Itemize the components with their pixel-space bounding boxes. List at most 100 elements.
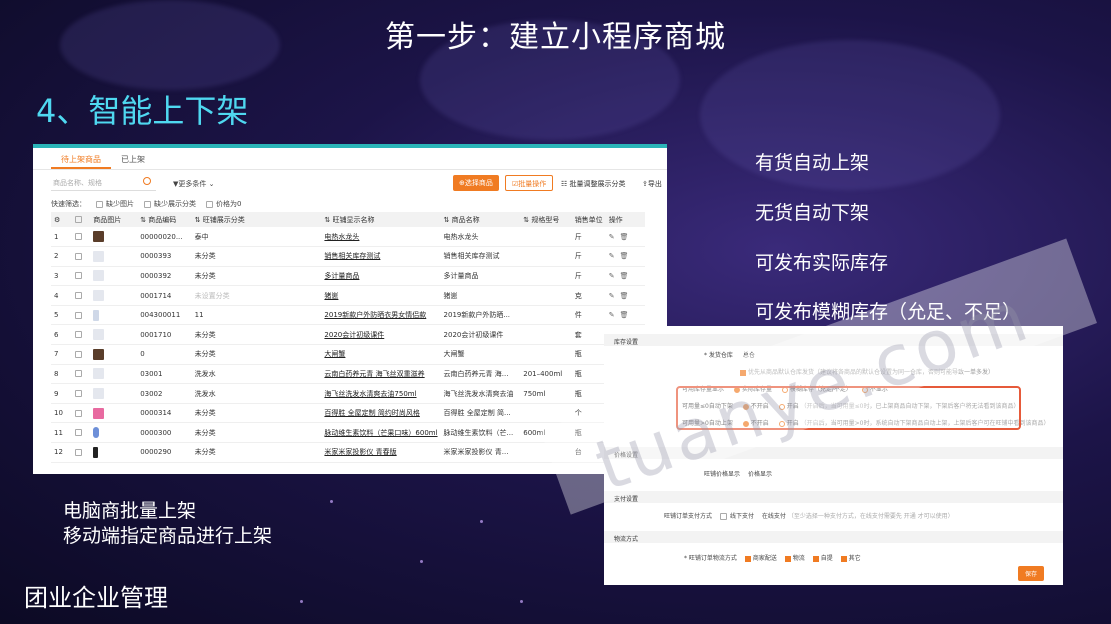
row-checkbox[interactable]: [72, 383, 91, 404]
product-show-name[interactable]: 百得胜 全屋定制 简约时尚风格: [321, 403, 441, 424]
checkbox-merchant-delivery[interactable]: [744, 555, 751, 562]
checkbox-other[interactable]: [840, 555, 847, 562]
tab-listed[interactable]: 已上架: [111, 148, 155, 169]
col-code[interactable]: ⇅ 商品编码: [137, 212, 192, 227]
export-button[interactable]: ⇪导出: [642, 179, 662, 189]
filter-missing-category[interactable]: 缺少展示分类: [144, 199, 196, 209]
save-button[interactable]: 保存: [1017, 566, 1044, 581]
product-code: 0000393: [137, 246, 192, 267]
product-show-name[interactable]: 脉动维生素饮料（芒果口味）600ml: [321, 422, 441, 444]
delete-icon[interactable]: 🗑: [620, 272, 629, 280]
col-actions: 操作: [605, 212, 645, 227]
checkbox-offline-pay[interactable]: [719, 513, 727, 520]
col-category[interactable]: ⇅ 旺铺展示分类: [191, 212, 322, 227]
product-name: 大闸蟹: [440, 344, 521, 365]
table-row[interactable]: 70未分类大闸蟹大闸蟹瓶✎🗑: [51, 344, 645, 365]
product-show-name[interactable]: 2020会计初级课件: [321, 324, 441, 346]
product-show-name[interactable]: 猪崽: [321, 285, 441, 306]
product-code: 0000290: [137, 442, 192, 463]
online-pay-option[interactable]: 在线支付: [762, 513, 786, 520]
product-category: 未分类: [191, 403, 322, 424]
select-all-checkbox[interactable]: [72, 212, 91, 227]
edit-icon[interactable]: ✎: [609, 233, 615, 241]
product-category: 未分类: [191, 344, 322, 365]
star-dot: [330, 500, 333, 503]
product-name: 海飞丝洗发水清爽去油: [440, 383, 521, 404]
edit-icon[interactable]: ✎: [609, 311, 615, 319]
row-checkbox[interactable]: [72, 442, 91, 463]
product-spec: [520, 246, 572, 267]
table-row[interactable]: 4 0001714 未设置分类 猪崽 猪崽克 ✎ 🗑: [51, 285, 645, 306]
product-name: 多计量商品: [440, 266, 521, 287]
product-image: [90, 266, 138, 287]
checkbox-logistics[interactable]: [784, 555, 791, 562]
row-checkbox[interactable]: [72, 324, 91, 346]
table-row[interactable]: 1 00000020... 泰中 电热水龙头 电热水龙头斤 ✎ 🗑: [51, 227, 645, 248]
table-row[interactable]: 10 0000314 未分类 百得胜 全屋定制 简约时尚风格 百得胜 全屋定制 简...…: [51, 403, 645, 424]
logistics-row: * 旺铺订单物流方式 商家配送 物流 自提 其它: [684, 555, 861, 562]
checkbox-self-pickup[interactable]: [812, 555, 819, 562]
product-show-name[interactable]: 电热水龙头: [321, 227, 441, 248]
table-row[interactable]: 2 0000393 未分类 销售相关库存测试 销售相关库存测试斤 ✎ 🗑: [51, 246, 645, 267]
product-show-name[interactable]: 米家米家投影仪 青春版: [321, 442, 441, 463]
product-category: 11: [191, 305, 322, 326]
price-display-select[interactable]: 价格显示: [748, 471, 772, 478]
product-show-name[interactable]: 多计量商品: [321, 266, 441, 287]
quick-filter: 快速筛选： 缺少图片 缺少展示分类 价格为0: [33, 196, 667, 212]
col-name[interactable]: ⇅ 商品名称: [440, 212, 521, 227]
product-show-name[interactable]: 2019新款户外防晒衣男女情侣款: [321, 305, 441, 326]
product-show-name[interactable]: 云南白药养元青 海飞丝双重滋养: [321, 364, 441, 385]
filter-price-zero[interactable]: 价格为0: [206, 199, 241, 209]
row-number: 1: [51, 227, 73, 248]
product-category: 未设置分类: [191, 285, 322, 306]
note-mobile-list: 移动端指定商品进行上架: [63, 525, 273, 547]
product-category: 未分类: [191, 324, 322, 346]
sort-icon: ⇅: [194, 215, 203, 224]
product-name: 2020会计初级课件: [440, 324, 521, 346]
table-row[interactable]: 8 03001 洗发水 云南白药养元青 海飞丝双重滋养 云南白药养元青 海... 201–…: [51, 364, 645, 385]
filter-missing-image[interactable]: 缺少图片: [96, 199, 134, 209]
edit-icon[interactable]: ✎: [609, 292, 615, 300]
edit-icon[interactable]: ✎: [609, 252, 615, 260]
product-image: [90, 227, 138, 248]
more-filter-button[interactable]: ▼更多条件 ⌄: [173, 179, 214, 189]
row-number: 12: [51, 442, 73, 463]
table-row[interactable]: 60001710未分类2020会计初级课件2020会计初级课件套✎🗑: [51, 324, 645, 346]
company-name: 团业企业管理: [24, 584, 168, 612]
row-checkbox[interactable]: [72, 285, 91, 306]
delete-icon[interactable]: 🗑: [620, 311, 629, 319]
table-row[interactable]: 9 03002 洗发水 海飞丝洗发水清爽去油750ml 海飞丝洗发水清爽去油 750ml 瓶…: [51, 383, 645, 404]
edit-icon[interactable]: ✎: [609, 272, 615, 280]
star-dot: [520, 600, 523, 603]
row-checkbox[interactable]: [72, 344, 91, 365]
row-checkbox[interactable]: [72, 422, 91, 444]
row-checkbox[interactable]: [72, 403, 91, 424]
batch-operation-button[interactable]: ☑批量操作: [505, 175, 554, 191]
product-show-name[interactable]: 销售相关库存测试: [321, 246, 441, 267]
batch-category-button[interactable]: ☷ 批量调整展示分类: [561, 179, 626, 189]
sort-icon: ⇅: [443, 215, 452, 224]
note-pc-batch: 电脑商批量上架: [63, 500, 197, 522]
feature-auto-delist: 无货自动下架: [755, 202, 870, 224]
product-show-name[interactable]: 大闸蟹: [321, 344, 441, 365]
delete-icon[interactable]: 🗑: [620, 292, 629, 300]
row-checkbox[interactable]: [72, 364, 91, 385]
search-input[interactable]: 商品名称、规格: [51, 175, 156, 191]
row-checkbox[interactable]: [72, 246, 91, 267]
search-icon[interactable]: [143, 177, 151, 185]
table-row[interactable]: 5 004300011 11 2019新款户外防晒衣男女情侣款 2019新款户外防晒..…: [51, 305, 645, 326]
row-checkbox[interactable]: [72, 266, 91, 287]
table-row[interactable]: 3 0000392 未分类 多计量商品 多计量商品斤 ✎ 🗑: [51, 266, 645, 287]
delete-icon[interactable]: 🗑: [620, 233, 629, 241]
product-show-name[interactable]: 海飞丝洗发水清爽去油750ml: [321, 383, 441, 404]
settings-gear-icon[interactable]: ⚙: [51, 212, 73, 227]
delete-icon[interactable]: 🗑: [620, 252, 629, 260]
col-spec[interactable]: ⇅ 规格型号: [520, 212, 572, 227]
col-show-name[interactable]: ⇅ 旺铺显示名称: [321, 212, 441, 227]
row-checkbox[interactable]: [72, 305, 91, 326]
feature-auto-list: 有货自动上架: [755, 152, 870, 174]
tab-pending[interactable]: 待上架商品: [51, 148, 111, 169]
select-product-button[interactable]: ⊕选择商品: [453, 175, 499, 191]
row-checkbox[interactable]: [72, 227, 91, 248]
product-name: 销售相关库存测试: [440, 246, 521, 267]
